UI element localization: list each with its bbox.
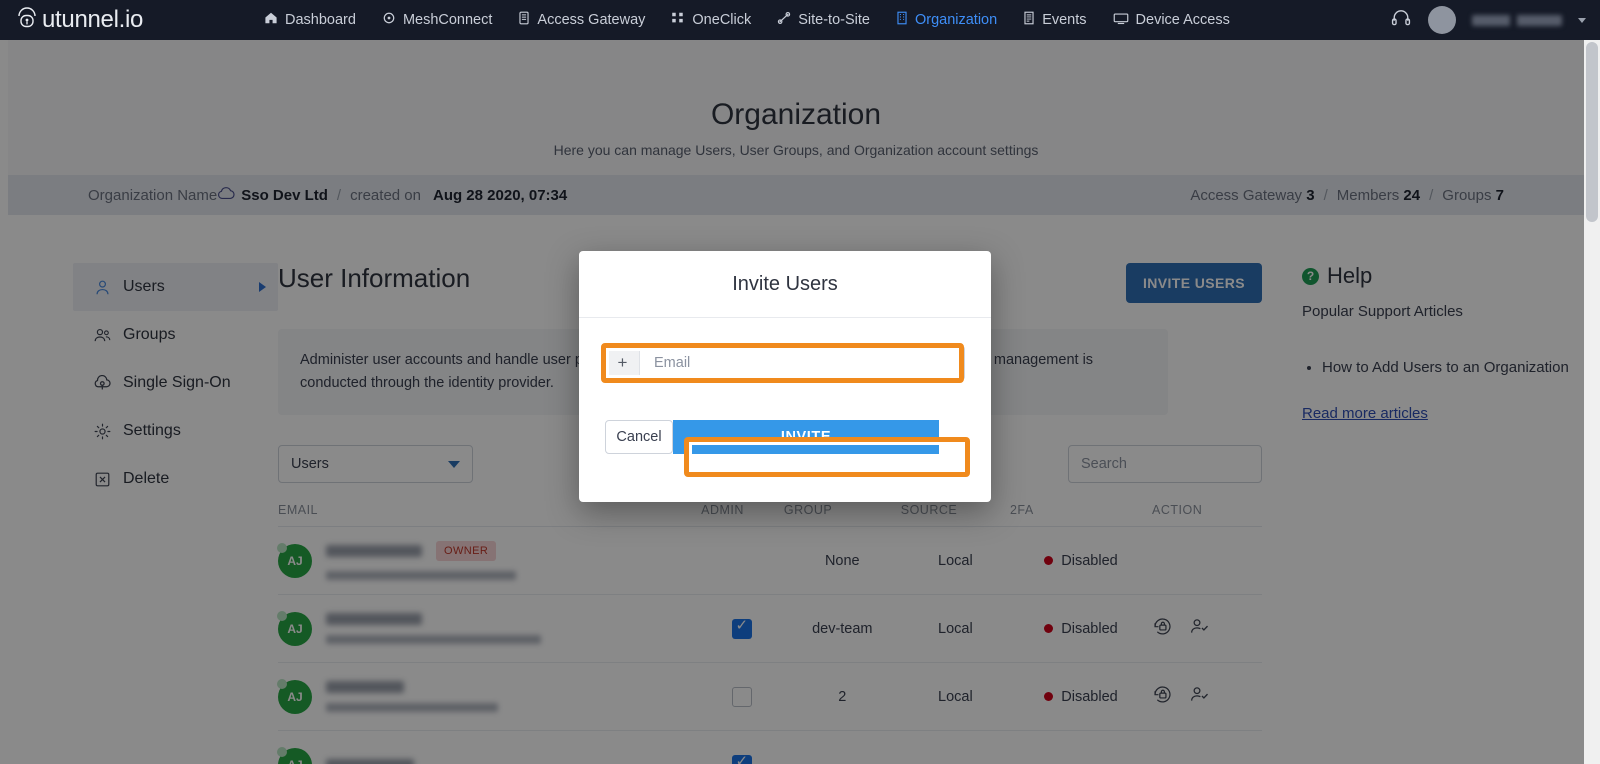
- add-email-button[interactable]: +: [606, 347, 640, 379]
- email-input-group: +: [605, 346, 965, 380]
- modal-layer: Invite Users + Cancel INVITE: [0, 0, 1600, 764]
- modal-title: Invite Users: [579, 251, 991, 318]
- modal-footer: Cancel INVITE: [579, 420, 991, 454]
- app-root: Organization Here you can manage Users, …: [0, 0, 1600, 764]
- cancel-button[interactable]: Cancel: [605, 420, 673, 454]
- invite-button[interactable]: INVITE: [673, 420, 939, 454]
- modal-body: +: [579, 318, 991, 380]
- invite-users-modal: Invite Users + Cancel INVITE: [579, 251, 991, 502]
- email-field[interactable]: [640, 347, 964, 379]
